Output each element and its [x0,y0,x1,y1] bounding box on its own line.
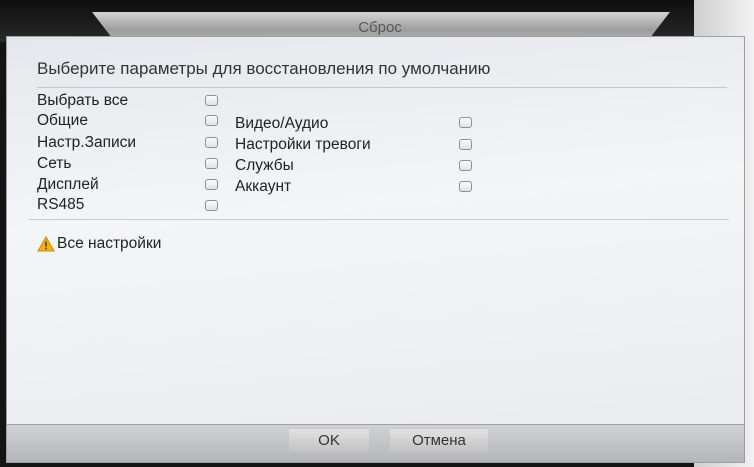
checkbox-rs485[interactable] [205,200,218,211]
option-label-rs485: RS485 [37,196,85,213]
checkbox-general[interactable] [205,115,218,126]
option-label-general: Общие [37,112,88,129]
options-divider [29,219,729,220]
checkbox-alarm[interactable] [459,139,472,150]
dialog-title: Сброс [358,19,402,36]
option-label-services: Службы [235,157,294,174]
checkbox-network[interactable] [205,158,218,169]
checkbox-account[interactable] [459,181,472,192]
checkbox-record[interactable] [205,137,218,148]
warning-text: Все настройки [57,235,162,252]
checkbox-select-all[interactable] [205,95,218,106]
button-bar: OK Отмена [7,424,744,462]
option-label-alarm: Настройки тревоги [235,136,371,153]
option-label-video-audio: Видео/Аудио [235,115,329,132]
dialog-header: Выберите параметры для восстановления по… [37,59,491,78]
option-label-display: Дисплей [37,176,99,193]
cancel-button[interactable]: Отмена [390,429,488,452]
warning-icon [37,236,55,252]
ok-button[interactable]: OK [289,429,369,452]
option-label-account: Аккаунт [235,178,292,195]
option-label-record: Настр.Записи [37,134,137,151]
checkbox-video-audio[interactable] [459,117,472,128]
option-label-select-all: Выбрать все [37,92,129,109]
header-divider [37,87,727,88]
checkbox-display[interactable] [205,179,218,190]
reset-dialog: Выберите параметры для восстановления по… [6,36,745,463]
option-label-network: Сеть [37,155,72,172]
checkbox-services[interactable] [459,160,472,171]
